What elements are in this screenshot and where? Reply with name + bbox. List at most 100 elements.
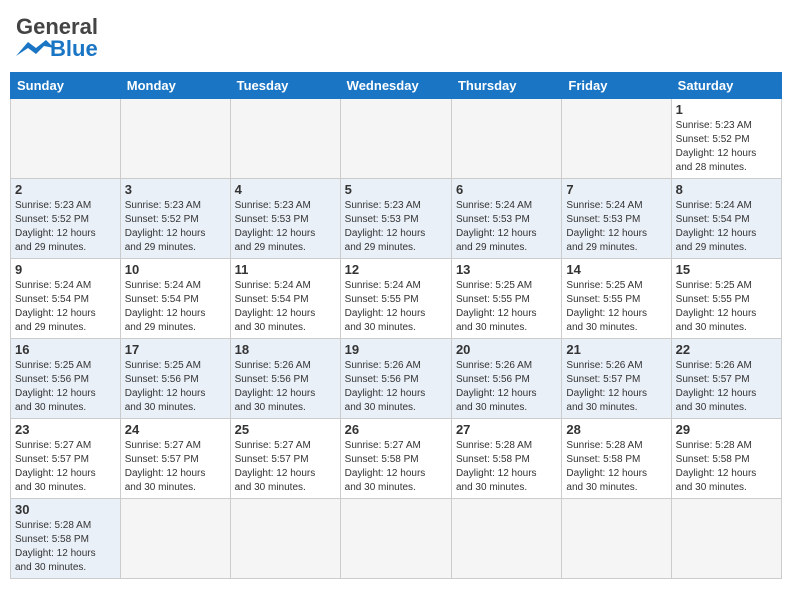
day-info: Sunrise: 5:28 AMSunset: 5:58 PMDaylight:… [676, 439, 777, 495]
day-info: Sunrise: 5:23 AMSunset: 5:53 PMDaylight:… [345, 199, 447, 255]
day-number: 21 [566, 342, 666, 357]
calendar-cell [120, 99, 230, 179]
day-info: Sunrise: 5:26 AMSunset: 5:56 PMDaylight:… [235, 359, 336, 415]
day-number: 1 [676, 102, 777, 117]
day-number: 10 [125, 262, 226, 277]
day-number: 4 [235, 182, 336, 197]
calendar-cell [340, 499, 451, 579]
day-number: 23 [15, 422, 116, 437]
calendar-cell: 1 Sunrise: 5:23 AMSunset: 5:52 PMDaylight… [671, 99, 781, 179]
weekday-header-saturday: Saturday [671, 73, 781, 99]
day-number: 26 [345, 422, 447, 437]
calendar-cell: 8 Sunrise: 5:24 AMSunset: 5:54 PMDaylight… [671, 179, 781, 259]
day-info: Sunrise: 5:24 AMSunset: 5:53 PMDaylight:… [456, 199, 557, 255]
calendar-cell: 25Sunrise: 5:27 AMSunset: 5:57 PMDayligh… [230, 419, 340, 499]
day-number: 22 [676, 342, 777, 357]
day-info: Sunrise: 5:26 AMSunset: 5:57 PMDaylight:… [566, 359, 666, 415]
day-info: Sunrise: 5:23 AMSunset: 5:52 PMDaylight:… [15, 199, 116, 255]
day-info: Sunrise: 5:25 AMSunset: 5:55 PMDaylight:… [676, 279, 777, 335]
calendar-cell: 16 Sunrise: 5:25 AMSunset: 5:56 PMDayligh… [11, 339, 121, 419]
calendar-cell: 21 Sunrise: 5:26 AMSunset: 5:57 PMDayligh… [562, 339, 671, 419]
calendar-cell: 7 Sunrise: 5:24 AMSunset: 5:53 PMDaylight… [562, 179, 671, 259]
day-info: Sunrise: 5:26 AMSunset: 5:56 PMDaylight:… [456, 359, 557, 415]
calendar-cell: 29Sunrise: 5:28 AMSunset: 5:58 PMDayligh… [671, 419, 781, 499]
weekday-header-sunday: Sunday [11, 73, 121, 99]
week-row-1: 1 Sunrise: 5:23 AMSunset: 5:52 PMDaylight… [11, 99, 782, 179]
day-info: Sunrise: 5:23 AMSunset: 5:53 PMDaylight:… [235, 199, 336, 255]
day-number: 27 [456, 422, 557, 437]
day-info: Sunrise: 5:24 AMSunset: 5:54 PMDaylight:… [676, 199, 777, 255]
calendar-cell: 17Sunrise: 5:25 AMSunset: 5:56 PMDayligh… [120, 339, 230, 419]
calendar-cell [451, 99, 561, 179]
calendar-cell: 3 Sunrise: 5:23 AMSunset: 5:52 PMDaylight… [120, 179, 230, 259]
weekday-header-friday: Friday [562, 73, 671, 99]
day-info: Sunrise: 5:28 AMSunset: 5:58 PMDaylight:… [566, 439, 666, 495]
calendar-cell: 12Sunrise: 5:24 AMSunset: 5:55 PMDayligh… [340, 259, 451, 339]
calendar-cell: 6 Sunrise: 5:24 AMSunset: 5:53 PMDaylight… [451, 179, 561, 259]
day-number: 2 [15, 182, 116, 197]
week-row-6: 30 Sunrise: 5:28 AMSunset: 5:58 PMDayligh… [11, 499, 782, 579]
calendar-cell: 19 Sunrise: 5:26 AMSunset: 5:56 PMDayligh… [340, 339, 451, 419]
calendar-cell: 24Sunrise: 5:27 AMSunset: 5:57 PMDayligh… [120, 419, 230, 499]
day-number: 15 [676, 262, 777, 277]
day-info: Sunrise: 5:24 AMSunset: 5:54 PMDaylight:… [235, 279, 336, 335]
day-info: Sunrise: 5:27 AMSunset: 5:58 PMDaylight:… [345, 439, 447, 495]
day-number: 19 [345, 342, 447, 357]
day-number: 8 [676, 182, 777, 197]
calendar-cell: 22Sunrise: 5:26 AMSunset: 5:57 PMDayligh… [671, 339, 781, 419]
day-number: 17 [125, 342, 226, 357]
calendar-cell [11, 99, 121, 179]
calendar-cell: 9Sunrise: 5:24 AMSunset: 5:54 PMDaylight… [11, 259, 121, 339]
day-info: Sunrise: 5:24 AMSunset: 5:54 PMDaylight:… [15, 279, 116, 335]
calendar-table: SundayMondayTuesdayWednesdayThursdayFrid… [10, 72, 782, 579]
day-number: 6 [456, 182, 557, 197]
day-info: Sunrise: 5:26 AMSunset: 5:56 PMDaylight:… [345, 359, 447, 415]
weekday-header-monday: Monday [120, 73, 230, 99]
calendar-cell [671, 499, 781, 579]
calendar-cell: 28 Sunrise: 5:28 AMSunset: 5:58 PMDayligh… [562, 419, 671, 499]
day-info: Sunrise: 5:23 AMSunset: 5:52 PMDaylight:… [676, 119, 777, 175]
calendar-cell [230, 499, 340, 579]
calendar-cell [562, 99, 671, 179]
day-number: 13 [456, 262, 557, 277]
calendar-cell: 11Sunrise: 5:24 AMSunset: 5:54 PMDayligh… [230, 259, 340, 339]
day-number: 12 [345, 262, 447, 277]
week-row-2: 2 Sunrise: 5:23 AMSunset: 5:52 PMDaylight… [11, 179, 782, 259]
logo-blue-text: Blue [50, 36, 98, 62]
calendar-cell: 20 Sunrise: 5:26 AMSunset: 5:56 PMDayligh… [451, 339, 561, 419]
day-info: Sunrise: 5:28 AMSunset: 5:58 PMDaylight:… [15, 519, 116, 575]
calendar-cell: 5Sunrise: 5:23 AMSunset: 5:53 PMDaylight… [340, 179, 451, 259]
day-info: Sunrise: 5:28 AMSunset: 5:58 PMDaylight:… [456, 439, 557, 495]
weekday-header-row: SundayMondayTuesdayWednesdayThursdayFrid… [11, 73, 782, 99]
weekday-header-wednesday: Wednesday [340, 73, 451, 99]
week-row-4: 16 Sunrise: 5:25 AMSunset: 5:56 PMDayligh… [11, 339, 782, 419]
day-info: Sunrise: 5:23 AMSunset: 5:52 PMDaylight:… [125, 199, 226, 255]
week-row-3: 9Sunrise: 5:24 AMSunset: 5:54 PMDaylight… [11, 259, 782, 339]
day-number: 7 [566, 182, 666, 197]
day-number: 25 [235, 422, 336, 437]
day-number: 16 [15, 342, 116, 357]
day-number: 18 [235, 342, 336, 357]
calendar-cell [120, 499, 230, 579]
logo-bird-icon [16, 38, 54, 60]
calendar-cell: 15 Sunrise: 5:25 AMSunset: 5:55 PMDayligh… [671, 259, 781, 339]
calendar-cell: 26 Sunrise: 5:27 AMSunset: 5:58 PMDayligh… [340, 419, 451, 499]
day-info: Sunrise: 5:25 AMSunset: 5:56 PMDaylight:… [15, 359, 116, 415]
day-number: 20 [456, 342, 557, 357]
day-number: 14 [566, 262, 666, 277]
day-number: 30 [15, 502, 116, 517]
day-number: 28 [566, 422, 666, 437]
day-info: Sunrise: 5:25 AMSunset: 5:55 PMDaylight:… [566, 279, 666, 335]
header: General Blue [10, 10, 782, 66]
day-number: 3 [125, 182, 226, 197]
calendar-cell: 30 Sunrise: 5:28 AMSunset: 5:58 PMDayligh… [11, 499, 121, 579]
calendar-cell: 13 Sunrise: 5:25 AMSunset: 5:55 PMDayligh… [451, 259, 561, 339]
calendar-cell: 14 Sunrise: 5:25 AMSunset: 5:55 PMDayligh… [562, 259, 671, 339]
calendar-cell: 27 Sunrise: 5:28 AMSunset: 5:58 PMDayligh… [451, 419, 561, 499]
calendar-cell: 18 Sunrise: 5:26 AMSunset: 5:56 PMDayligh… [230, 339, 340, 419]
day-info: Sunrise: 5:25 AMSunset: 5:55 PMDaylight:… [456, 279, 557, 335]
calendar-cell [340, 99, 451, 179]
weekday-header-thursday: Thursday [451, 73, 561, 99]
day-info: Sunrise: 5:24 AMSunset: 5:53 PMDaylight:… [566, 199, 666, 255]
calendar-cell [451, 499, 561, 579]
